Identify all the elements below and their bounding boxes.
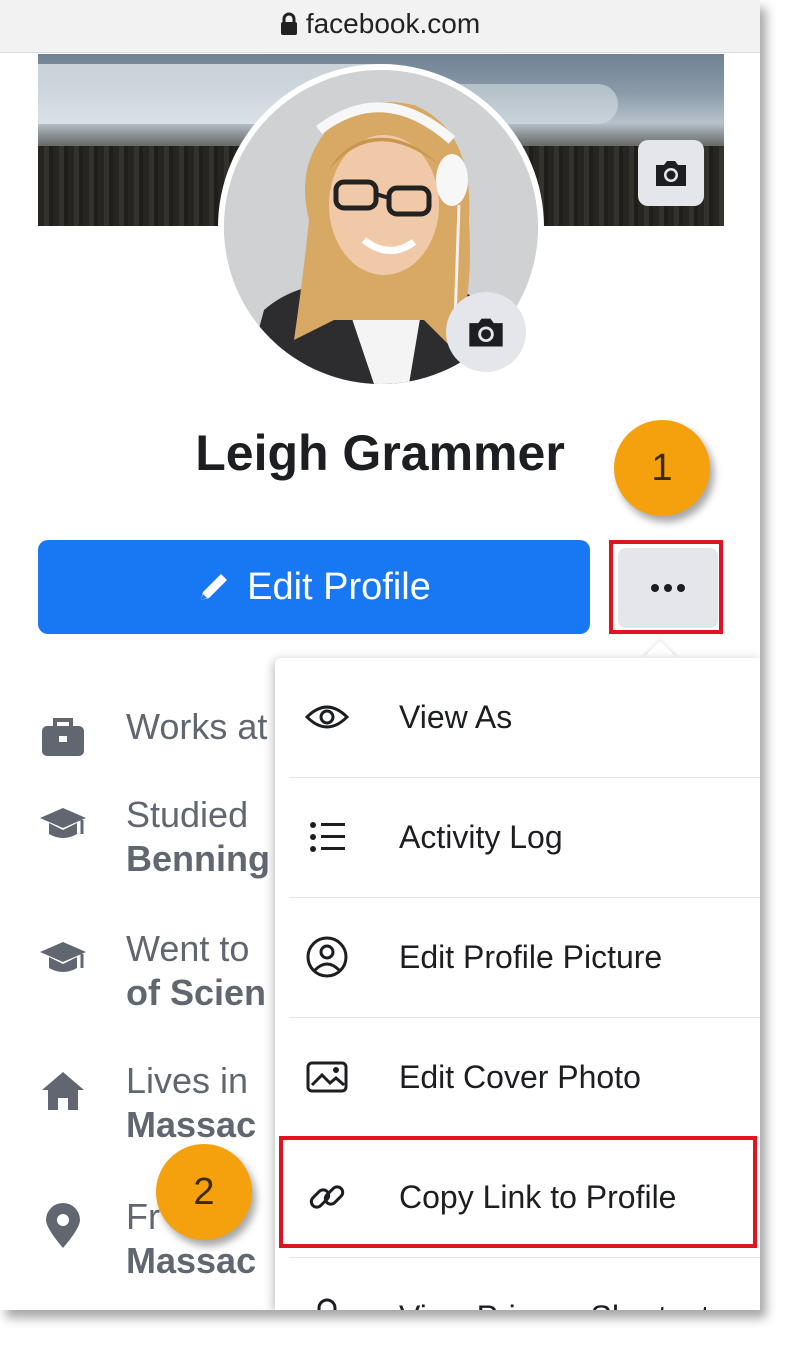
phone-screen: facebook.com Leigh Grammer Edit Profile …: [0, 0, 760, 1310]
intro-item-went-to[interactable]: Went to of Scien: [38, 928, 298, 1018]
graduation-cap-icon: [40, 942, 86, 972]
intro-line1: Went to: [126, 928, 250, 969]
intro-item-lives-in[interactable]: Lives in Massac: [38, 1060, 298, 1150]
intro-line1: Fr: [126, 1196, 160, 1237]
highlight-box-more: [609, 540, 723, 634]
image-icon: [306, 1061, 348, 1093]
profile-camera-button[interactable]: [446, 292, 526, 372]
cover-camera-button[interactable]: [638, 140, 704, 206]
intro-item-studied[interactable]: Studied Benning: [38, 794, 298, 884]
intro-item-work[interactable]: Works at: [38, 706, 298, 796]
intro-line2: of Scien: [126, 972, 267, 1013]
location-pin-icon: [46, 1203, 80, 1248]
step-callout-1: 1: [614, 420, 710, 516]
pencil-icon: [201, 574, 228, 600]
edit-profile-button[interactable]: Edit Profile: [38, 540, 590, 634]
menu-item-label: View Privacy Shortcuts: [399, 1299, 726, 1311]
menu-item-label: Edit Profile Picture: [399, 938, 663, 975]
camera-icon: [656, 161, 686, 186]
menu-item-view-as[interactable]: View As: [275, 658, 760, 776]
intro-line1: Studied: [126, 794, 249, 835]
intro-line1: Lives in: [126, 1060, 249, 1101]
lock-icon: [317, 1298, 337, 1310]
menu-item-label: Edit Cover Photo: [399, 1058, 641, 1095]
intro-line2: Massac: [126, 1104, 257, 1145]
camera-icon: [469, 318, 503, 347]
callout-number: 2: [193, 1170, 215, 1213]
briefcase-icon: [42, 718, 84, 756]
graduation-cap-icon: [40, 808, 86, 838]
intro-line1: Works at: [126, 706, 268, 747]
highlight-box-copy-link: [279, 1136, 757, 1248]
menu-item-edit-cover-photo[interactable]: Edit Cover Photo: [275, 1018, 760, 1136]
menu-item-edit-profile-picture[interactable]: Edit Profile Picture: [275, 898, 760, 1016]
menu-item-label: Activity Log: [399, 818, 563, 855]
callout-number: 1: [651, 446, 673, 489]
list-icon: [310, 822, 345, 852]
home-icon: [42, 1072, 84, 1110]
menu-item-label: View As: [399, 698, 513, 735]
user-circle-icon: [306, 936, 348, 978]
edit-profile-label: Edit Profile: [247, 565, 431, 608]
lock-icon: [280, 12, 297, 35]
menu-item-activity-log[interactable]: Activity Log: [275, 778, 760, 896]
browser-url-bar[interactable]: facebook.com: [0, 0, 760, 53]
intro-line2: Benning: [126, 838, 270, 879]
step-callout-2: 2: [156, 1144, 252, 1240]
intro-line2: Massac: [126, 1240, 257, 1281]
eye-icon: [305, 705, 349, 729]
menu-item-view-privacy-shortcuts[interactable]: View Privacy Shortcuts: [275, 1258, 760, 1310]
url-display: facebook.com: [0, 8, 760, 40]
url-text: facebook.com: [305, 8, 481, 39]
